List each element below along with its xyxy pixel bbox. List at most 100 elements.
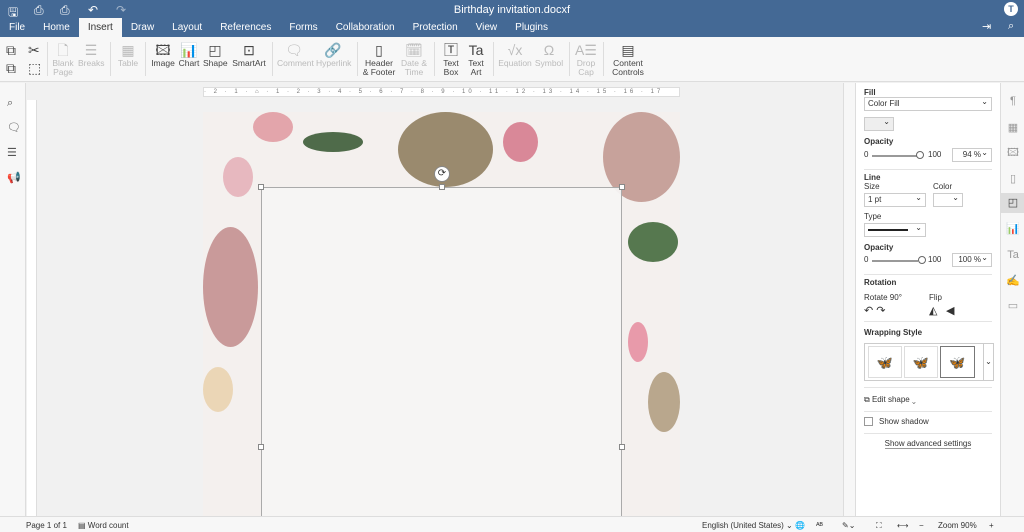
track-changes-icon[interactable]: ✎⌄ (842, 521, 855, 530)
tab-protection[interactable]: Protection (404, 18, 467, 37)
signature-settings-icon[interactable]: ✍ (1001, 271, 1024, 291)
image-icon: 🖾 (155, 42, 171, 58)
flower-decoration (253, 112, 293, 142)
wrap-square-option[interactable]: 🦋 (868, 346, 902, 378)
globe-icon[interactable]: 🌐 (795, 521, 805, 530)
select-all-icon[interactable]: ⬚ (28, 59, 41, 77)
table-button[interactable]: ▦ Table (116, 41, 140, 68)
tab-collaboration[interactable]: Collaboration (327, 18, 404, 37)
header-footer-button[interactable]: ▯ Header & Footer (362, 41, 396, 77)
comment-button[interactable]: 🗨 Comment (277, 41, 314, 68)
line-color-picker[interactable] (933, 192, 963, 207)
hyperlink-icon: 🔗 (324, 42, 342, 58)
resize-handle[interactable] (258, 444, 264, 450)
text-box-button[interactable]: 🅃 Text Box (439, 41, 463, 77)
horizontal-ruler[interactable]: · 2 · 1 · ⌂ · 1 · 2 · 3 · 4 · 5 · 6 · 7 … (203, 87, 680, 97)
tab-file[interactable]: File (0, 18, 34, 37)
content-controls-button[interactable]: ▤ Content Controls (608, 41, 648, 77)
avatar[interactable]: T (1004, 2, 1018, 16)
image-settings-icon[interactable]: 🖾 (1001, 143, 1024, 163)
resize-handle[interactable] (439, 184, 445, 190)
paragraph-icon[interactable]: ¶ (1001, 91, 1024, 111)
edit-shape-button[interactable]: ⧉ Edit shape ⌄ (864, 395, 992, 405)
fill-opacity-knob[interactable] (916, 151, 924, 159)
drop-cap-button[interactable]: A☰ Drop Cap (574, 41, 598, 77)
vertical-ruler[interactable] (27, 100, 37, 516)
rotate-cw-icon[interactable]: ↷ (876, 305, 885, 317)
wrap-top-bottom-option[interactable]: 🦋 (904, 346, 938, 378)
smartart-button[interactable]: ⊡ SmartArt (232, 41, 266, 68)
tab-forms[interactable]: Forms (280, 18, 326, 37)
equation-button[interactable]: √x Equation (498, 41, 532, 68)
resize-handle[interactable] (258, 184, 264, 190)
symbol-button[interactable]: Ω Symbol (534, 41, 564, 68)
flower-decoration (223, 157, 253, 197)
fill-color-picker[interactable] (864, 116, 894, 131)
image-button[interactable]: 🖾 Image (150, 41, 176, 68)
resize-handle[interactable] (619, 444, 625, 450)
line-opacity-slider[interactable] (872, 260, 918, 262)
tab-insert[interactable]: Insert (78, 18, 122, 37)
tab-plugins[interactable]: Plugins (506, 18, 557, 37)
text-art-settings-icon[interactable]: Ta (1001, 245, 1024, 265)
spellcheck-icon[interactable]: ᴬᴮ (816, 521, 823, 530)
hyperlink-button[interactable]: 🔗 Hyperlink (316, 41, 351, 68)
zoom-level[interactable]: Zoom 90% (938, 521, 977, 530)
rotate-ccw-icon[interactable]: ↶ (864, 305, 873, 317)
tab-layout[interactable]: Layout (163, 18, 211, 37)
search-icon[interactable]: ⌕ (1008, 20, 1014, 33)
vertical-scrollbar[interactable] (843, 83, 855, 516)
selected-shape[interactable]: ⟳ (258, 166, 625, 516)
zoom-in-button[interactable]: + (989, 521, 994, 530)
breaks-button[interactable]: ☰ Breaks (78, 41, 104, 68)
fill-opacity-input[interactable]: 94 % (952, 147, 992, 162)
chart-button[interactable]: 📊 Chart (178, 41, 200, 68)
search-icon[interactable]: ⌕ (7, 97, 13, 110)
chevron-down-icon[interactable]: ⌄ (983, 344, 993, 380)
show-shadow-checkbox[interactable]: Show shadow (864, 417, 992, 427)
fit-width-icon[interactable]: ⟷ (897, 521, 908, 530)
tab-home[interactable]: Home (34, 18, 79, 37)
flip-vertical-icon[interactable]: ◀ (946, 304, 954, 317)
line-opacity-input[interactable]: 100 % (952, 252, 992, 267)
flower-decoration (648, 372, 680, 432)
zoom-out-button[interactable]: − (919, 521, 924, 530)
form-settings-icon[interactable]: ▭ (1001, 296, 1024, 316)
navigation-icon[interactable]: ☰ (7, 146, 17, 159)
flip-horizontal-icon[interactable]: ◭ (929, 304, 937, 317)
cut-icon[interactable]: ✂ (28, 41, 40, 59)
line-opacity-knob[interactable] (918, 256, 926, 264)
paste-icon[interactable]: ⧉ (6, 59, 16, 77)
wrap-in-front-option[interactable]: 🦋 (940, 346, 975, 378)
chart-settings-icon[interactable]: 📊 (1001, 219, 1024, 239)
right-settings-bar: ¶ ▦ 🖾 ▯ ◰ 📊 Ta ✍ ▭ (1000, 83, 1024, 516)
tab-view[interactable]: View (467, 18, 507, 37)
blank-page-button[interactable]: 🗋 Blank Page (52, 41, 74, 77)
language-select[interactable]: English (United States) ⌄ (702, 521, 793, 530)
resize-handle[interactable] (619, 184, 625, 190)
wrapping-style-picker[interactable]: 🦋 🦋 🦋 ⌄ (864, 343, 994, 381)
line-type-select[interactable] (864, 222, 926, 237)
tab-draw[interactable]: Draw (122, 18, 163, 37)
fill-opacity-slider[interactable] (872, 155, 918, 157)
line-size-select[interactable]: 1 pt (864, 192, 926, 207)
open-location-icon[interactable]: ⇥ (982, 20, 991, 33)
header-footer-settings-icon[interactable]: ▯ (1001, 169, 1024, 189)
shape-settings-icon[interactable]: ◰ (1001, 193, 1024, 213)
fit-page-icon[interactable]: ⛶ (876, 521, 882, 531)
rotate-handle-icon[interactable]: ⟳ (434, 166, 450, 182)
date-time-button[interactable]: 🗓 Date & Time (400, 41, 428, 77)
fill-type-select[interactable]: Color Fill (864, 96, 992, 111)
word-count-button[interactable]: ▤ Word count (78, 521, 129, 530)
status-bar: Page 1 of 1 ▤ Word count English (United… (0, 516, 1024, 532)
comments-icon[interactable]: 🗨 (7, 121, 21, 134)
feedback-icon[interactable]: 📢 (7, 171, 21, 184)
document-page[interactable]: ⟳ (203, 112, 680, 516)
shape-button[interactable]: ◰ Shape (203, 41, 228, 68)
tab-references[interactable]: References (211, 18, 280, 37)
advanced-settings-link[interactable]: Show advanced settings (884, 439, 972, 449)
left-sidebar: ⌕ 🗨 ☰ 📢 (0, 83, 26, 516)
table-settings-icon[interactable]: ▦ (1001, 118, 1024, 138)
text-art-button[interactable]: Ta Text Art (464, 41, 488, 77)
copy-icon[interactable]: ⧉ (6, 41, 16, 59)
